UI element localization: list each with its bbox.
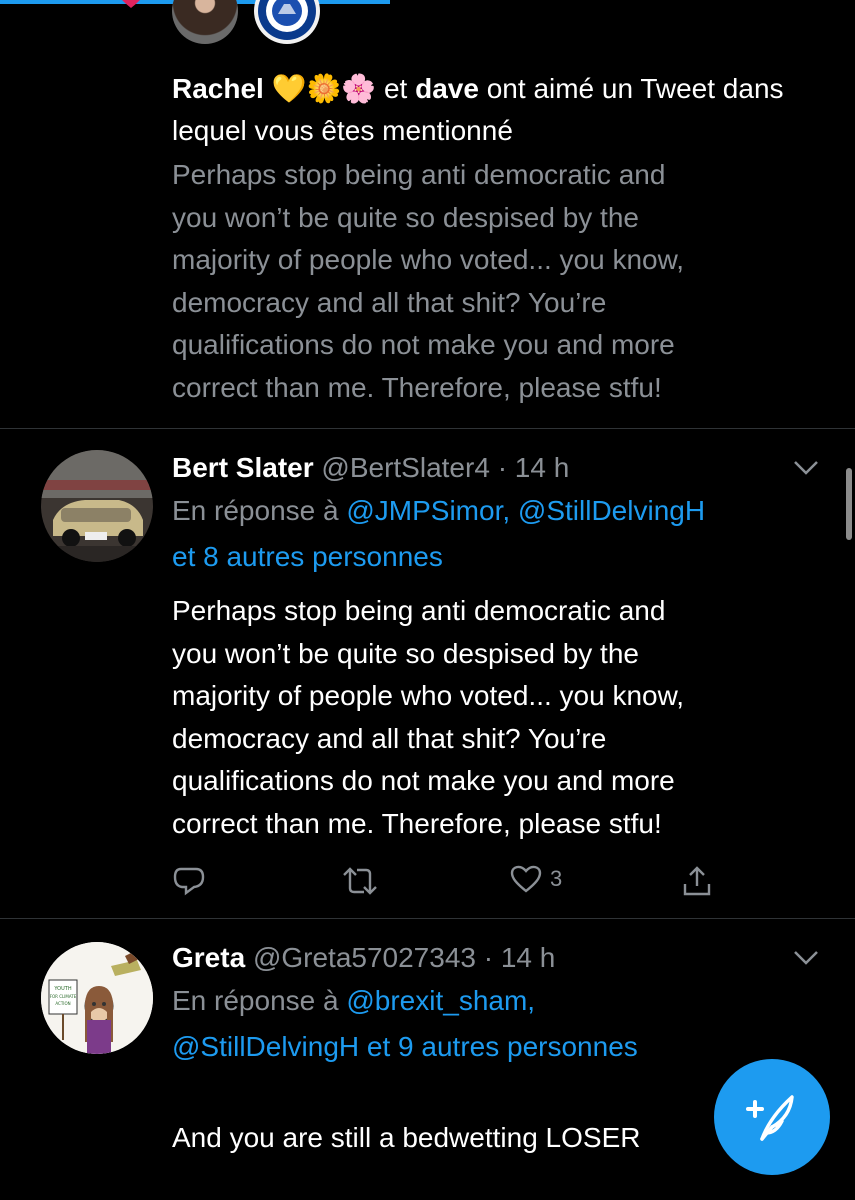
tweet-header: Bert Slater @BertSlater4 · 14 h bbox=[172, 448, 812, 488]
heart-icon bbox=[122, 0, 140, 8]
avatar[interactable] bbox=[172, 0, 238, 44]
liker-name[interactable]: dave bbox=[415, 73, 479, 104]
handle[interactable]: @Greta57027343 bbox=[253, 942, 476, 973]
compose-tweet-button[interactable] bbox=[714, 1059, 830, 1175]
chevron-down-icon[interactable] bbox=[793, 950, 819, 966]
retweet-icon bbox=[343, 867, 377, 895]
liker-avatars bbox=[172, 0, 320, 44]
compose-feather-icon bbox=[746, 1095, 794, 1141]
tweet[interactable]: YOUTH FOR CLIMATE ACTION Greta @Greta570… bbox=[0, 918, 855, 1200]
like-button[interactable]: 3 bbox=[510, 864, 562, 894]
retweet-button[interactable] bbox=[340, 864, 380, 898]
handle[interactable]: @BertSlater4 bbox=[321, 452, 490, 483]
share-button[interactable] bbox=[680, 864, 714, 898]
share-icon bbox=[683, 866, 711, 896]
tweet[interactable]: Bert Slater @BertSlater4 · 14 h En répon… bbox=[0, 428, 855, 918]
like-notification[interactable]: Rachel 💛🌼🌸 et dave ont aimé un Tweet dan… bbox=[172, 68, 812, 409]
like-summary: Rachel 💛🌼🌸 et dave ont aimé un Tweet dan… bbox=[172, 73, 784, 146]
avatar[interactable] bbox=[254, 0, 320, 44]
like-count: 3 bbox=[550, 866, 563, 891]
reply-icon bbox=[173, 867, 205, 896]
heart-icon bbox=[510, 865, 542, 893]
tweet-text: And you are still a bedwetting LOSER 🤣👍 bbox=[172, 1121, 641, 1153]
avatar[interactable] bbox=[41, 450, 153, 562]
tweet-header: Greta @Greta57027343 · 14 h bbox=[172, 938, 812, 978]
screen: Rachel 💛🌼🌸 et dave ont aimé un Tweet dan… bbox=[0, 0, 855, 1200]
svg-text:FOR CLIMATE: FOR CLIMATE bbox=[50, 994, 77, 999]
scrollbar[interactable] bbox=[846, 468, 852, 540]
avatar[interactable]: YOUTH FOR CLIMATE ACTION bbox=[41, 942, 153, 1054]
chevron-down-icon[interactable] bbox=[793, 460, 819, 476]
timestamp[interactable]: · 14 h bbox=[484, 942, 556, 973]
svg-text:ACTION: ACTION bbox=[55, 1001, 70, 1006]
display-name[interactable]: Greta bbox=[172, 942, 245, 973]
reply-mentions[interactable]: @StillDelvingH et 9 autres personnes bbox=[172, 1031, 638, 1062]
reply-button[interactable] bbox=[172, 864, 206, 898]
display-name[interactable]: Bert Slater bbox=[172, 452, 314, 483]
timestamp[interactable]: · 14 h bbox=[498, 452, 570, 483]
tweet-actions: 3 bbox=[172, 864, 732, 898]
avatar-sign-text: YOUTH bbox=[53, 986, 71, 992]
tweet-text: Perhaps stop being anti democratic and y… bbox=[172, 595, 685, 839]
reply-context: En réponse à @brexit_sham, @StillDelving… bbox=[172, 985, 638, 1062]
liker-name[interactable]: Rachel 💛🌼🌸 bbox=[172, 73, 376, 104]
reply-context: En réponse à @JMPSimor, @StillDelvingH e… bbox=[172, 495, 706, 572]
reply-mention[interactable]: @brexit_sham, bbox=[346, 985, 535, 1016]
club-crest-icon bbox=[258, 0, 316, 40]
liked-tweet-preview: Perhaps stop being anti democratic and y… bbox=[172, 159, 685, 403]
